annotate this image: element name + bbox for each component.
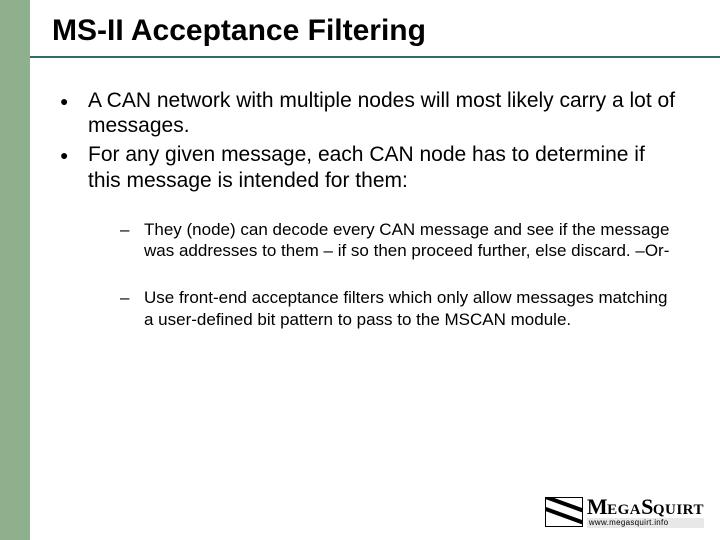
sub-bullet-text: Use front-end acceptance filters which o…	[144, 287, 680, 330]
logo-brand: MEGASQUIRT	[587, 496, 704, 518]
bullet-dot-icon: ●	[60, 88, 88, 110]
bullet-text: A CAN network with multiple nodes will m…	[88, 88, 680, 138]
slide-title: MS-II Acceptance Filtering	[52, 14, 426, 48]
title-underline	[30, 56, 720, 58]
left-accent-band	[0, 0, 30, 540]
sub-bullet-item: – They (node) can decode every CAN messa…	[120, 219, 680, 262]
logo-text-block: MEGASQUIRT www.megasquirt.info	[587, 496, 704, 528]
bullet-item: ● For any given message, each CAN node h…	[60, 142, 680, 192]
sub-bullet-item: – Use front-end acceptance filters which…	[120, 287, 680, 330]
bullet-dot-icon: ●	[60, 142, 88, 164]
bullet-item: ● A CAN network with multiple nodes will…	[60, 88, 680, 138]
dash-icon: –	[120, 219, 144, 240]
megasquirt-icon	[545, 497, 583, 527]
logo-url: www.megasquirt.info	[587, 518, 704, 528]
slide-body: ● A CAN network with multiple nodes will…	[60, 88, 680, 356]
slide: MS-II Acceptance Filtering ● A CAN netwo…	[0, 0, 720, 540]
dash-icon: –	[120, 287, 144, 308]
bullet-text: For any given message, each CAN node has…	[88, 142, 680, 192]
sub-bullet-group: – They (node) can decode every CAN messa…	[120, 219, 680, 330]
sub-bullet-text: They (node) can decode every CAN message…	[144, 219, 680, 262]
footer-logo: MEGASQUIRT www.megasquirt.info	[545, 496, 704, 528]
